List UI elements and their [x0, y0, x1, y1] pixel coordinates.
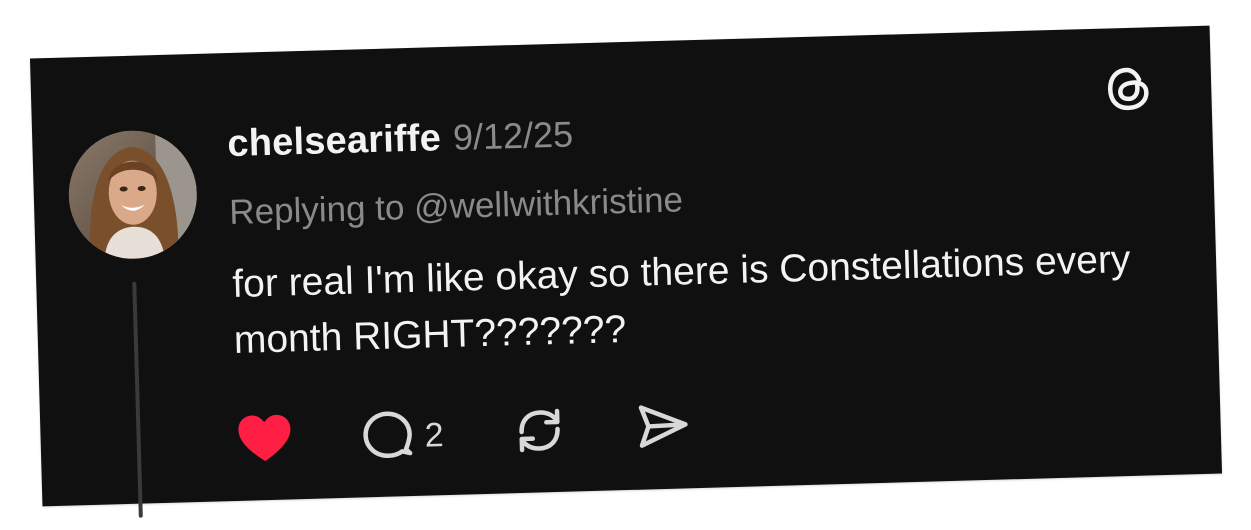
like-button[interactable]	[236, 412, 294, 469]
post-actions: 2	[236, 396, 760, 471]
share-button[interactable]	[635, 401, 693, 458]
post-body-text: for real I'm like okay so there is Const…	[231, 237, 1131, 362]
comment-bubble-icon	[360, 406, 416, 466]
repost-icon	[511, 402, 569, 463]
replying-to-label: Replying to @wellwithkristine	[228, 180, 684, 233]
repost-button[interactable]	[511, 402, 569, 463]
post-header: chelseariffe 9/12/25	[227, 113, 574, 166]
timestamp: 9/12/25	[452, 113, 574, 158]
screenshot-stage: chelseariffe 9/12/25 Replying to @wellwit…	[0, 0, 1251, 530]
reply-count: 2	[424, 415, 445, 455]
threads-logo-icon[interactable]	[1105, 65, 1152, 112]
avatar[interactable]	[67, 128, 199, 261]
reply-button[interactable]: 2	[360, 406, 445, 467]
threads-post-card: chelseariffe 9/12/25 Replying to @wellwit…	[29, 25, 1223, 518]
heart-icon	[236, 412, 294, 469]
send-icon	[635, 401, 693, 458]
thread-connector-line	[132, 281, 143, 518]
username[interactable]: chelseariffe	[227, 117, 442, 165]
